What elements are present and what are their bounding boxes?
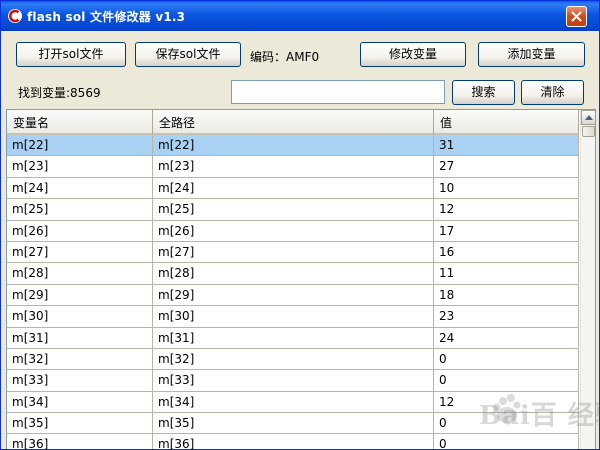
table-row[interactable]: m[22] m[22] 31: [7, 135, 579, 157]
cell-path: m[22]: [153, 135, 434, 156]
cell-path: m[23]: [153, 156, 434, 177]
window-title: flash sol 文件修改器 v1.3: [27, 10, 186, 24]
search-input[interactable]: [231, 80, 445, 104]
table-row[interactable]: m[28] m[28] 11: [7, 263, 579, 285]
table-row[interactable]: m[25] m[25] 12: [7, 199, 579, 221]
cell-path: m[26]: [153, 220, 434, 241]
table-row[interactable]: m[26] m[26] 17: [7, 220, 579, 242]
cell-name: m[30]: [7, 306, 153, 327]
table-row[interactable]: m[30] m[30] 23: [7, 306, 579, 328]
close-button[interactable]: [566, 6, 587, 27]
title-bar[interactable]: flash sol 文件修改器 v1.3: [1, 1, 599, 31]
scroll-thumb[interactable]: [582, 126, 595, 137]
cell-path: m[30]: [153, 306, 434, 327]
cell-path: m[25]: [153, 199, 434, 220]
cell-path: m[32]: [153, 348, 434, 370]
table-row[interactable]: m[32] m[32] 0: [7, 348, 579, 371]
cell-path: m[28]: [153, 263, 434, 284]
cell-value: 23: [434, 306, 579, 327]
cell-value: 12: [434, 199, 579, 220]
cell-path: m[27]: [153, 241, 434, 263]
cell-path: m[35]: [153, 413, 434, 434]
cell-name: m[23]: [7, 156, 153, 177]
cell-path: m[29]: [153, 284, 434, 306]
save-sol-file-button[interactable]: 保存sol文件: [135, 42, 241, 67]
column-header-value[interactable]: 值: [434, 110, 579, 135]
table-row[interactable]: m[31] m[31] 24: [7, 327, 579, 349]
cell-name: m[34]: [7, 391, 153, 413]
cell-path: m[36]: [153, 434, 434, 449]
table-header: 变量名 全路径 值: [7, 110, 579, 135]
cell-name: m[31]: [7, 327, 153, 348]
modify-variable-button[interactable]: 修改变量: [360, 42, 466, 67]
cell-name: m[26]: [7, 220, 153, 241]
open-sol-file-button[interactable]: 打开sol文件: [16, 42, 126, 67]
cell-path: m[34]: [153, 391, 434, 413]
clear-button[interactable]: 清除: [521, 80, 584, 105]
cell-path: m[31]: [153, 327, 434, 348]
cell-name: m[22]: [7, 135, 153, 156]
app-logo-icon: [8, 9, 22, 23]
cell-name: m[25]: [7, 199, 153, 220]
table-row[interactable]: m[27] m[27] 16: [7, 241, 579, 264]
app-window: flash sol 文件修改器 v1.3 打开sol文件 保存sol文件 编码：…: [0, 0, 600, 450]
table-row[interactable]: m[24] m[24] 10: [7, 177, 579, 200]
cell-name: m[33]: [7, 370, 153, 391]
cell-value: 31: [434, 135, 579, 156]
cell-name: m[35]: [7, 413, 153, 434]
chevron-up-icon: [585, 115, 593, 120]
cell-value: 10: [434, 177, 579, 199]
search-button[interactable]: 搜索: [452, 80, 515, 105]
cell-value: 18: [434, 284, 579, 306]
cell-name: m[24]: [7, 177, 153, 199]
close-icon: [571, 11, 582, 22]
cell-name: m[29]: [7, 284, 153, 306]
scroll-up-button[interactable]: [581, 110, 595, 125]
cell-name: m[28]: [7, 263, 153, 284]
add-variable-button[interactable]: 添加变量: [478, 42, 585, 67]
cell-path: m[24]: [153, 177, 434, 199]
cell-name: m[36]: [7, 434, 153, 449]
cell-value: 27: [434, 156, 579, 177]
cell-value: 16: [434, 241, 579, 263]
cell-value: 11: [434, 263, 579, 284]
watermark-text: Bai百 经验: [479, 401, 599, 431]
table-row[interactable]: m[29] m[29] 18: [7, 284, 579, 307]
cell-value: 0: [434, 348, 579, 370]
column-header-name[interactable]: 变量名: [7, 110, 153, 135]
found-count-label: 找到变量:8569: [18, 86, 101, 100]
table-row[interactable]: m[23] m[23] 27: [7, 156, 579, 178]
cell-value: 24: [434, 327, 579, 348]
cell-name: m[27]: [7, 241, 153, 263]
cell-path: m[33]: [153, 370, 434, 391]
column-header-path[interactable]: 全路径: [153, 110, 434, 135]
cell-name: m[32]: [7, 348, 153, 370]
cell-value: 0: [434, 370, 579, 391]
encoding-label: 编码：AMF0: [250, 50, 320, 64]
cell-value: 17: [434, 220, 579, 241]
